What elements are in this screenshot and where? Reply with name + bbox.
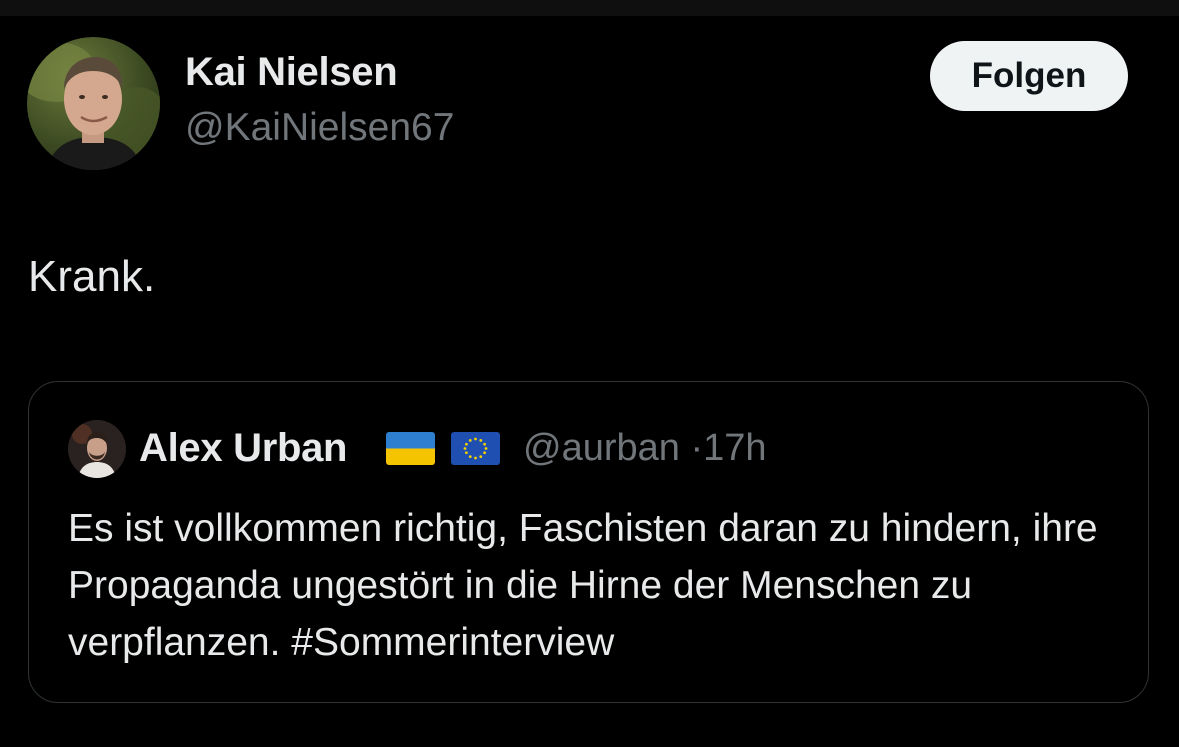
author-display-name[interactable]: Kai Nielsen bbox=[185, 50, 398, 95]
quoted-author-handle[interactable]: @aurban bbox=[523, 427, 680, 469]
quoted-author-display-name[interactable]: Alex Urban bbox=[139, 426, 347, 471]
meta-separator: · bbox=[690, 427, 704, 469]
quoted-post-card[interactable]: Alex Urban @aurban ·17h Es ist vollkomme… bbox=[28, 381, 1149, 703]
quoted-post-time[interactable]: 17h bbox=[703, 427, 766, 469]
ukraine-flag-icon bbox=[386, 432, 435, 465]
quoted-post-meta: @aurban ·17h bbox=[523, 427, 767, 470]
follow-button[interactable]: Folgen bbox=[930, 41, 1128, 111]
quoted-author-avatar[interactable] bbox=[68, 420, 126, 478]
quoted-post-text: Es ist vollkommen richtig, Faschisten da… bbox=[68, 507, 1098, 664]
post-text: Krank. bbox=[28, 252, 156, 301]
eu-flag-icon bbox=[451, 432, 500, 465]
author-avatar[interactable] bbox=[27, 37, 160, 170]
top-bar bbox=[0, 0, 1179, 16]
author-handle[interactable]: @KaiNielsen67 bbox=[185, 106, 454, 150]
